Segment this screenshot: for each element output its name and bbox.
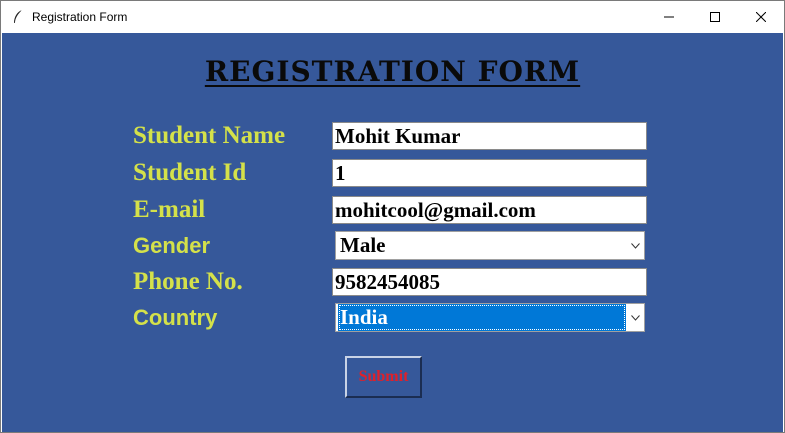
minimize-button[interactable] bbox=[646, 1, 692, 33]
country-label: Country bbox=[133, 305, 218, 330]
gender-value: Male bbox=[340, 233, 386, 257]
email-field[interactable]: mohitcool@gmail.com bbox=[332, 196, 647, 224]
phone-field[interactable]: 9582454085 bbox=[332, 268, 647, 296]
student-name-label: Student Name bbox=[133, 122, 286, 149]
close-button[interactable] bbox=[738, 1, 784, 33]
student-id-field[interactable]: 1 bbox=[332, 159, 647, 187]
submit-button[interactable]: Submit bbox=[345, 356, 422, 398]
window-title: Registration Form bbox=[32, 10, 128, 24]
country-value: India bbox=[338, 304, 626, 331]
chevron-down-icon[interactable] bbox=[626, 232, 644, 259]
gender-label: Gender bbox=[133, 233, 211, 258]
country-select[interactable]: India bbox=[335, 303, 645, 332]
title-bar[interactable]: Registration Form bbox=[1, 1, 784, 33]
maximize-button[interactable] bbox=[692, 1, 738, 33]
app-window: Registration Form REGISTRATION FORM Stud… bbox=[0, 0, 785, 433]
form-heading: REGISTRATION FORM bbox=[204, 55, 581, 88]
student-name-field[interactable]: Mohit Kumar bbox=[332, 122, 647, 150]
email-label: E-mail bbox=[133, 196, 206, 223]
minimize-icon bbox=[664, 12, 674, 22]
chevron-down-icon[interactable] bbox=[626, 304, 644, 331]
close-icon bbox=[756, 12, 766, 22]
maximize-icon bbox=[710, 12, 720, 22]
feather-icon bbox=[11, 9, 25, 25]
gender-select[interactable]: Male bbox=[335, 231, 645, 260]
phone-label: Phone No. bbox=[133, 268, 243, 295]
student-id-label: Student Id bbox=[133, 159, 247, 186]
form-area: REGISTRATION FORM Student Name Mohit Kum… bbox=[2, 33, 783, 432]
